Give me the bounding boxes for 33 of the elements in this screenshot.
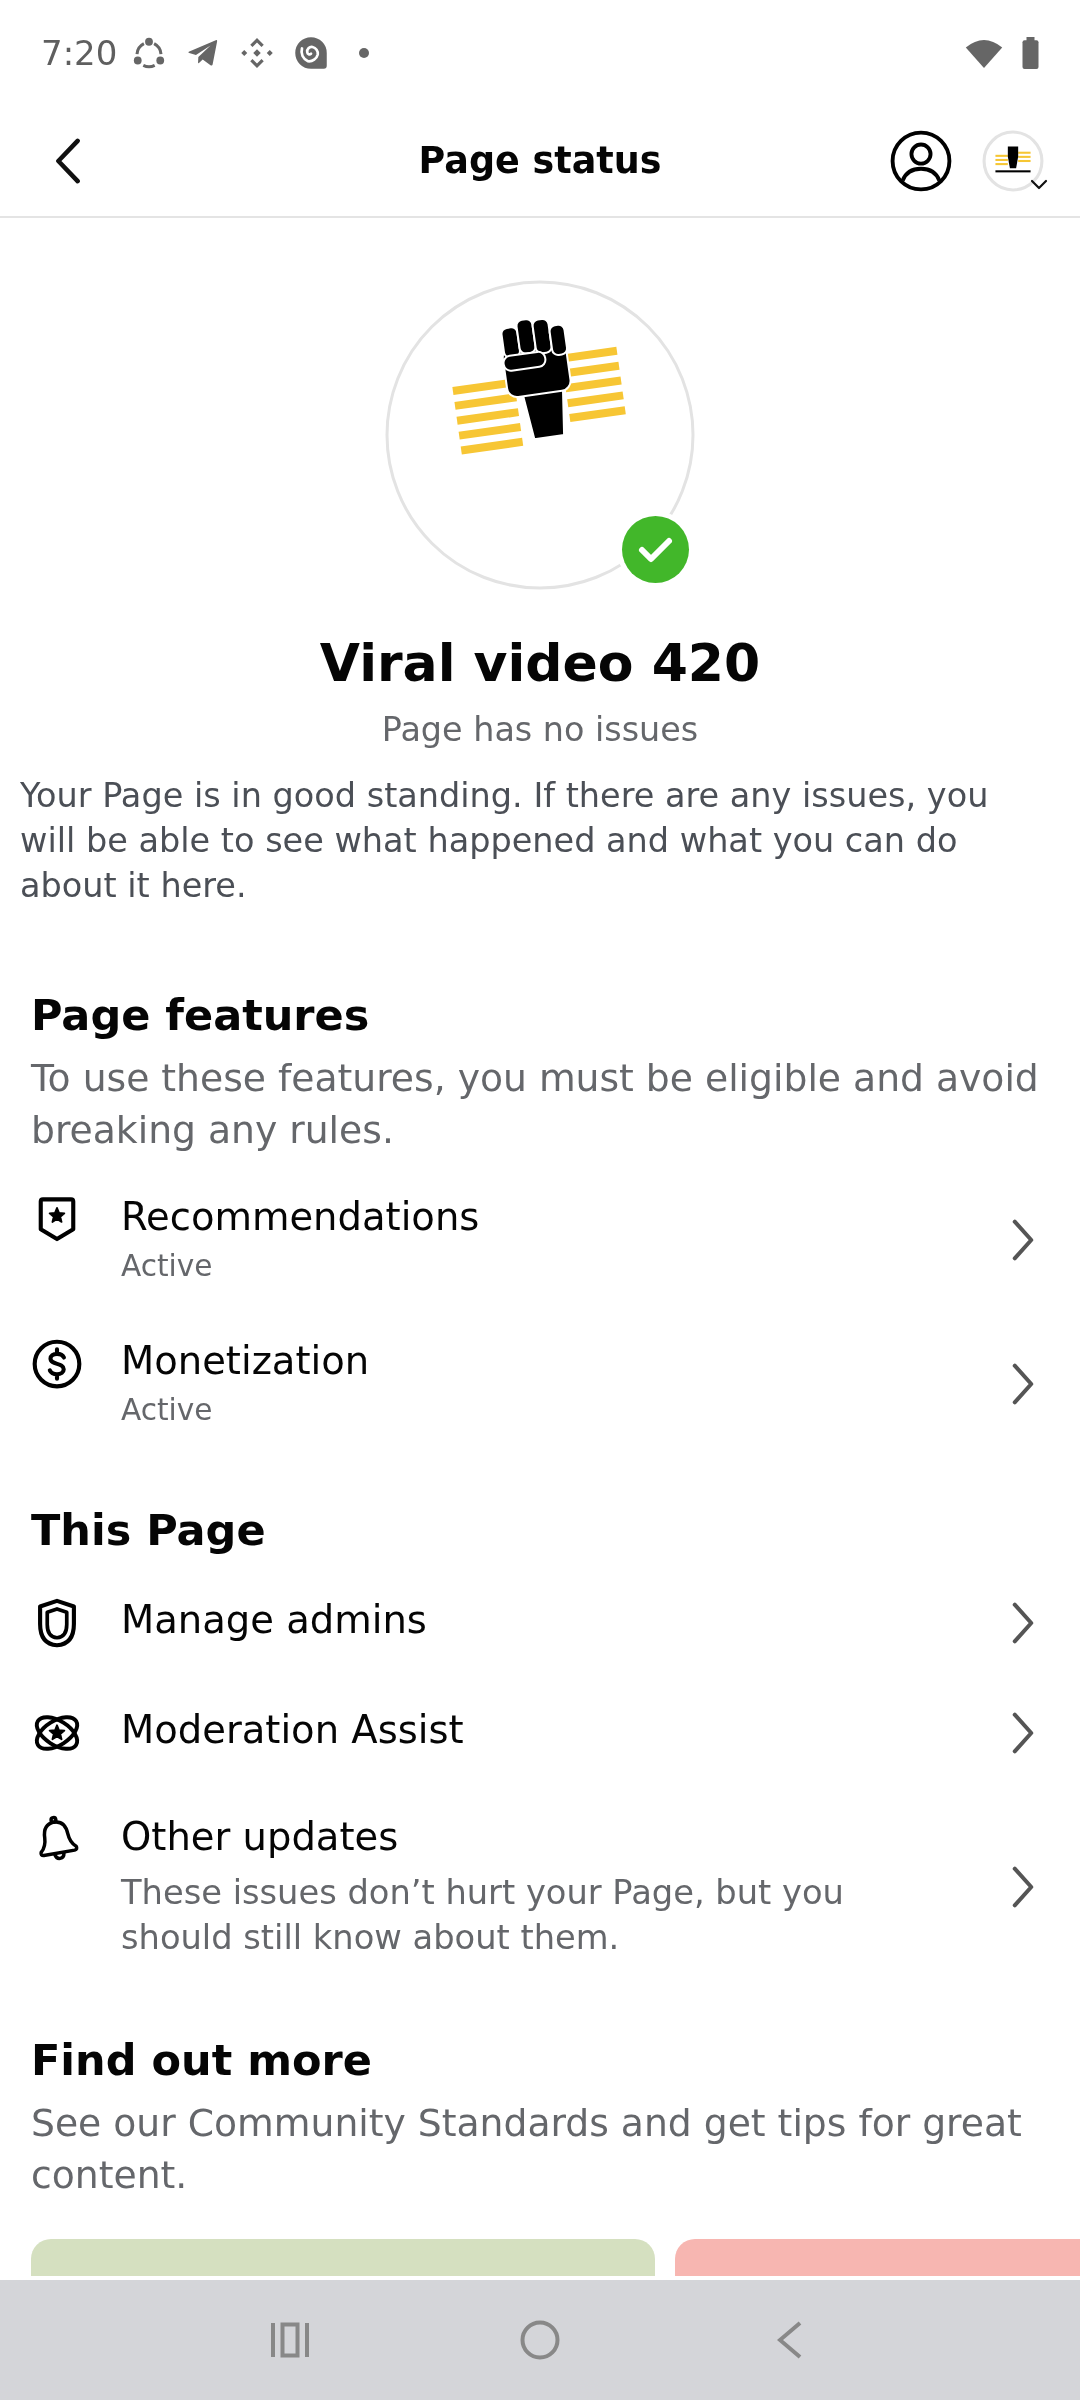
- section-description: See our Community Standards and get tips for great content.: [31, 2100, 1023, 2199]
- section-description: To use these features, you must be eligible and avoid breaking any rules.: [31, 1055, 1040, 1154]
- menu-item-title[interactable]: Other updates: [121, 1814, 1002, 1866]
- profile-icon[interactable]: [890, 129, 952, 192]
- status-label: Active: [121, 1248, 214, 1285]
- chevron-right-icon: [1010, 1711, 1036, 1755]
- caret-icon[interactable]: [1030, 178, 1048, 190]
- menu-item-description: These issues don’t hurt your Page, but you should still know about them.: [121, 1872, 845, 1959]
- status-time: 7:20: [41, 32, 118, 73]
- chevron-right-icon: [1010, 1601, 1036, 1645]
- page-status-text: Page has no issues: [380, 709, 700, 751]
- chevron-right-icon: [1010, 1865, 1036, 1909]
- page-name: Viral video 420: [318, 632, 762, 695]
- menu-item-title[interactable]: Manage admins: [121, 1597, 1002, 1649]
- avatar-icon[interactable]: [982, 129, 1044, 192]
- home-icon[interactable]: [520, 2320, 560, 2360]
- chevron-right-icon: [1010, 1218, 1036, 1262]
- menu-item-title[interactable]: Recommendations: [121, 1194, 1002, 1246]
- battery-icon: [1021, 36, 1040, 69]
- standing-description: Your Page is in good standing. If there are any issues, you will be able to see what happened and what you can do about it here.: [20, 775, 990, 907]
- status-label: Active: [121, 1392, 214, 1429]
- back-icon[interactable]: [54, 137, 82, 184]
- section-heading: Page features: [31, 989, 371, 1041]
- menu-item-title[interactable]: Monetization: [121, 1338, 1002, 1390]
- recents-icon[interactable]: [270, 2322, 310, 2358]
- page-title: Page status: [417, 139, 663, 182]
- chevron-right-icon: [1010, 1362, 1036, 1406]
- menu-item-title[interactable]: Moderation Assist: [121, 1707, 1002, 1759]
- section-heading: This Page: [31, 1504, 267, 1556]
- spiral-icon: [293, 34, 330, 71]
- notification-dot-icon: [359, 47, 370, 58]
- dollar-circle-icon: [31, 1338, 83, 1390]
- section-heading: Find out more: [31, 2034, 373, 2086]
